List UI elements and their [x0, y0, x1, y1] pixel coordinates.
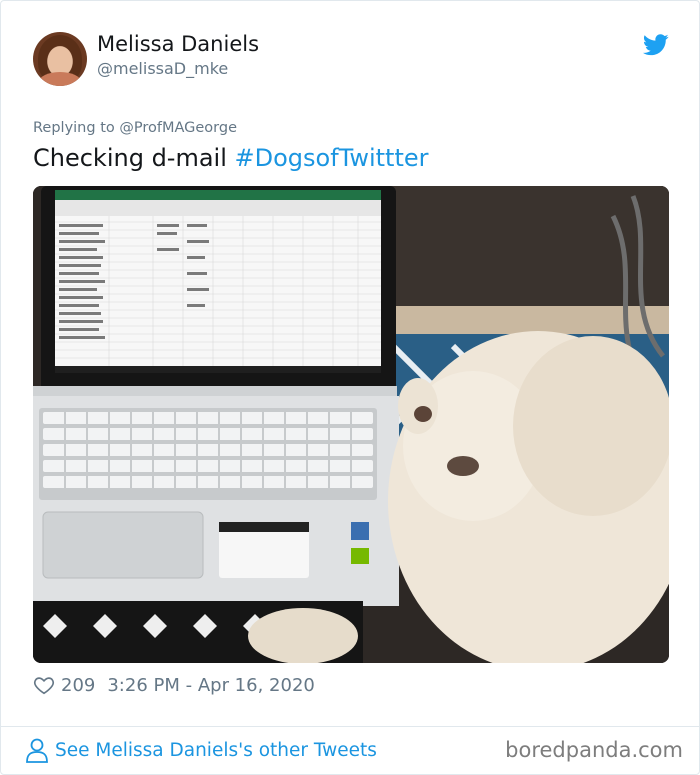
see-other-tweets-link[interactable]: See Melissa Daniels's other Tweets	[25, 737, 377, 763]
twitter-bird-icon[interactable]	[643, 34, 669, 56]
replying-to-text[interactable]: Replying to @ProfMAGeorge	[33, 120, 237, 136]
see-other-tweets-label: See Melissa Daniels's other Tweets	[55, 739, 377, 761]
tweet-photo[interactable]	[33, 186, 669, 663]
tweet-body: Checking d-mail	[33, 144, 235, 172]
heart-icon[interactable]	[33, 674, 55, 696]
avatar-shoulders	[39, 72, 81, 86]
author-handle[interactable]: @melissaD_mke	[97, 59, 228, 78]
like-count[interactable]: 209	[61, 675, 95, 696]
avatar[interactable]	[33, 32, 87, 86]
person-icon	[26, 738, 48, 763]
watermark: boredpanda.com	[505, 738, 683, 762]
footer-divider	[1, 726, 699, 727]
tweet-timestamp[interactable]: 3:26 PM - Apr 16, 2020	[107, 675, 314, 696]
tweet-stats: 209 3:26 PM - Apr 16, 2020	[33, 674, 315, 696]
tweet-card: Melissa Daniels @melissaD_mke Replying t…	[0, 0, 700, 775]
hashtag-link[interactable]: #DogsofTwittter	[235, 144, 429, 172]
author-name[interactable]: Melissa Daniels	[97, 32, 259, 56]
tweet-text: Checking d-mail #DogsofTwittter	[33, 144, 429, 172]
